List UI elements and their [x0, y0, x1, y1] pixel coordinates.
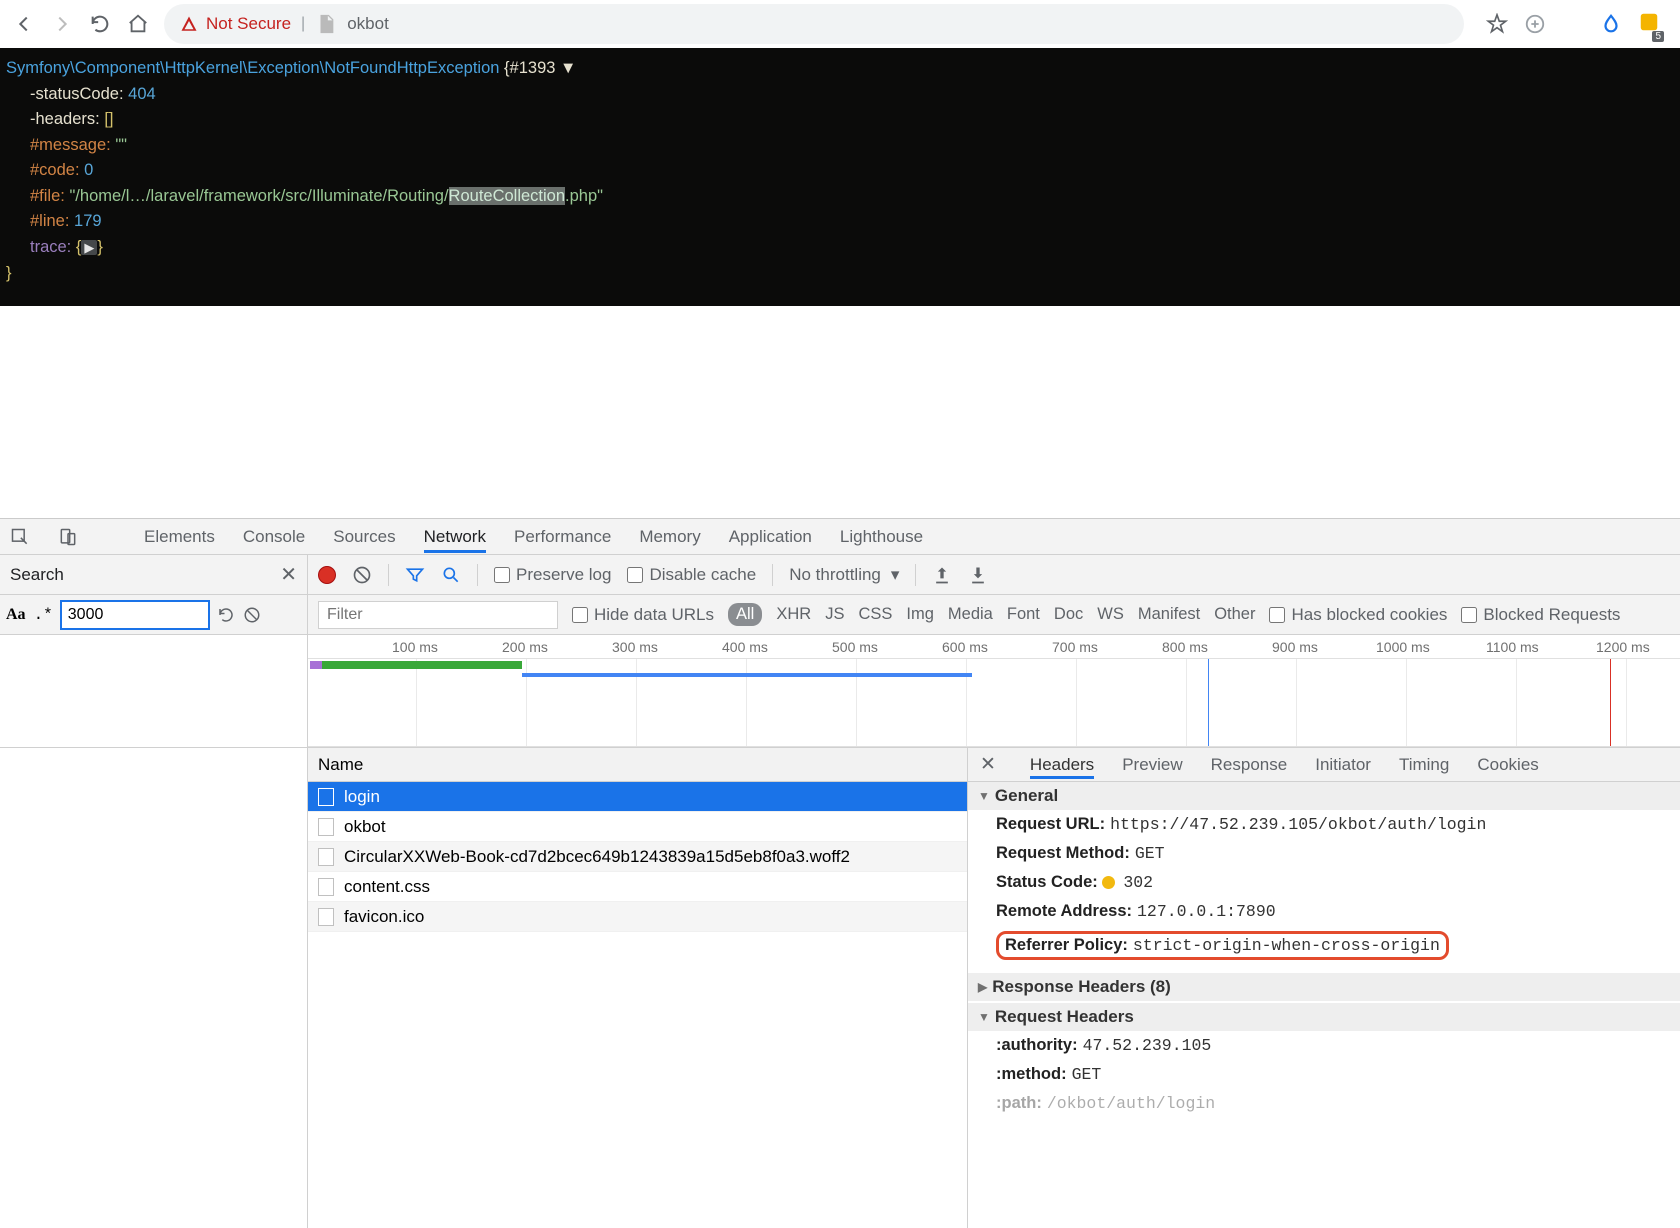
throttling-select[interactable]: No throttling ▾ [789, 565, 899, 585]
badge-count: 5 [1652, 31, 1664, 42]
document-icon [315, 13, 337, 35]
filter-font[interactable]: Font [1007, 605, 1040, 624]
url-text: okbot [347, 14, 389, 34]
request-row-font[interactable]: CircularXXWeb-Book-cd7d2bcec649b1243839a… [308, 842, 967, 872]
tab-elements[interactable]: Elements [144, 521, 215, 553]
filter-img[interactable]: Img [906, 605, 934, 624]
timeline-ruler[interactable]: 100 ms 200 ms 300 ms 400 ms 500 ms 600 m… [308, 635, 1680, 659]
detail-tab-headers[interactable]: Headers [1030, 751, 1094, 779]
filter-all[interactable]: All [728, 603, 762, 626]
search-panel-header: Search ✕ [0, 555, 308, 594]
close-detail-icon[interactable]: ✕ [980, 753, 996, 776]
tab-console[interactable]: Console [243, 521, 305, 553]
refresh-icon[interactable] [217, 606, 235, 624]
filter-toolbar: Aa .* Hide data URLs All XHR JS CSS Img … [0, 595, 1680, 635]
filter-js[interactable]: JS [825, 605, 844, 624]
tab-lighthouse[interactable]: Lighthouse [840, 521, 923, 553]
response-headers-section[interactable]: ▶Response Headers (8) [968, 973, 1680, 1001]
file-icon [318, 878, 334, 896]
file-icon [318, 908, 334, 926]
request-row-okbot[interactable]: okbot [308, 812, 967, 842]
filter-xhr[interactable]: XHR [776, 605, 811, 624]
search-input[interactable] [61, 601, 209, 629]
clear-icon[interactable] [352, 565, 372, 585]
error-dump: Symfony\Component\HttpKernel\Exception\N… [0, 48, 1680, 306]
request-row-login[interactable]: login [308, 782, 967, 812]
clear-search-icon[interactable] [243, 606, 261, 624]
filter-ws[interactable]: WS [1097, 605, 1124, 624]
request-detail: ✕ Headers Preview Response Initiator Tim… [968, 748, 1680, 1228]
forward-button[interactable] [50, 12, 74, 36]
tab-network[interactable]: Network [424, 521, 486, 553]
record-button[interactable] [318, 566, 336, 584]
network-toolbar: Search ✕ Preserve log Disable cache No t… [0, 555, 1680, 595]
search-label: Search [10, 565, 64, 585]
name-column-header[interactable]: Name [308, 748, 967, 782]
file-icon [318, 818, 334, 836]
request-area: Name login okbot CircularXXWeb-Book-cd7d… [0, 748, 1680, 1228]
hide-data-urls-checkbox[interactable]: Hide data URLs [572, 605, 714, 625]
referrer-policy-callout: Referrer Policy:strict-origin-when-cross… [996, 931, 1449, 960]
search-icon[interactable] [441, 565, 461, 585]
expand-icon[interactable]: ▶ [81, 240, 97, 255]
tab-sources[interactable]: Sources [333, 521, 395, 553]
security-indicator[interactable]: Not Secure [180, 14, 291, 34]
browser-toolbar: Not Secure | okbot 5 [0, 0, 1680, 48]
regex-toggle[interactable]: .* [34, 606, 53, 624]
detail-tabs: ✕ Headers Preview Response Initiator Tim… [968, 748, 1680, 782]
star-icon[interactable] [1486, 13, 1508, 35]
request-headers-section[interactable]: ▼Request Headers [968, 1003, 1680, 1031]
droplet-icon[interactable] [1600, 13, 1622, 35]
address-bar[interactable]: Not Secure | okbot [164, 4, 1464, 44]
detail-tab-initiator[interactable]: Initiator [1315, 751, 1371, 779]
device-icon[interactable] [58, 527, 78, 547]
extensions-area: 5 [1478, 11, 1668, 38]
timeline-overview[interactable] [308, 659, 1680, 747]
filter-doc[interactable]: Doc [1054, 605, 1083, 624]
detail-tab-response[interactable]: Response [1211, 751, 1288, 779]
case-sensitive-toggle[interactable]: Aa [6, 606, 26, 624]
request-list: Name login okbot CircularXXWeb-Book-cd7d… [308, 748, 968, 1228]
detail-tab-preview[interactable]: Preview [1122, 751, 1182, 779]
not-secure-label: Not Secure [206, 14, 291, 34]
request-row-favicon[interactable]: favicon.ico [308, 902, 967, 932]
detail-tab-timing[interactable]: Timing [1399, 751, 1449, 779]
request-row-css[interactable]: content.css [308, 872, 967, 902]
detail-tab-cookies[interactable]: Cookies [1477, 751, 1538, 779]
upload-icon[interactable] [932, 565, 952, 585]
file-icon [318, 788, 334, 806]
tab-memory[interactable]: Memory [639, 521, 700, 553]
general-section[interactable]: ▼General [968, 782, 1680, 810]
home-button[interactable] [126, 12, 150, 36]
status-dot-icon [1102, 876, 1115, 889]
exception-class: Symfony\Component\HttpKernel\Exception\N… [6, 59, 499, 77]
timeline: 100 ms 200 ms 300 ms 400 ms 500 ms 600 m… [0, 635, 1680, 748]
address-separator: | [301, 15, 305, 33]
google-icon[interactable] [1524, 13, 1546, 35]
filter-input[interactable] [318, 601, 558, 629]
file-icon [318, 848, 334, 866]
snowflake-icon[interactable] [1562, 13, 1584, 35]
has-blocked-cookies-checkbox[interactable]: Has blocked cookies [1269, 605, 1447, 625]
back-button[interactable] [12, 12, 36, 36]
blocked-requests-checkbox[interactable]: Blocked Requests [1461, 605, 1620, 625]
extension-badge-icon[interactable]: 5 [1638, 11, 1660, 38]
reload-button[interactable] [88, 12, 112, 36]
filter-css[interactable]: CSS [858, 605, 892, 624]
search-refine: Aa .* [0, 595, 308, 634]
close-search-icon[interactable]: ✕ [280, 562, 297, 587]
filter-icon[interactable] [405, 565, 425, 585]
download-icon[interactable] [968, 565, 988, 585]
inspect-icon[interactable] [10, 527, 30, 547]
filter-other[interactable]: Other [1214, 605, 1255, 624]
tab-performance[interactable]: Performance [514, 521, 611, 553]
disable-cache-checkbox[interactable]: Disable cache [627, 565, 756, 585]
filter-media[interactable]: Media [948, 605, 993, 624]
devtools-tabs: Elements Console Sources Network Perform… [0, 519, 1680, 555]
filter-manifest[interactable]: Manifest [1138, 605, 1200, 624]
devtools-panel: Elements Console Sources Network Perform… [0, 518, 1680, 1228]
preserve-log-checkbox[interactable]: Preserve log [494, 565, 611, 585]
tab-application[interactable]: Application [729, 521, 812, 553]
